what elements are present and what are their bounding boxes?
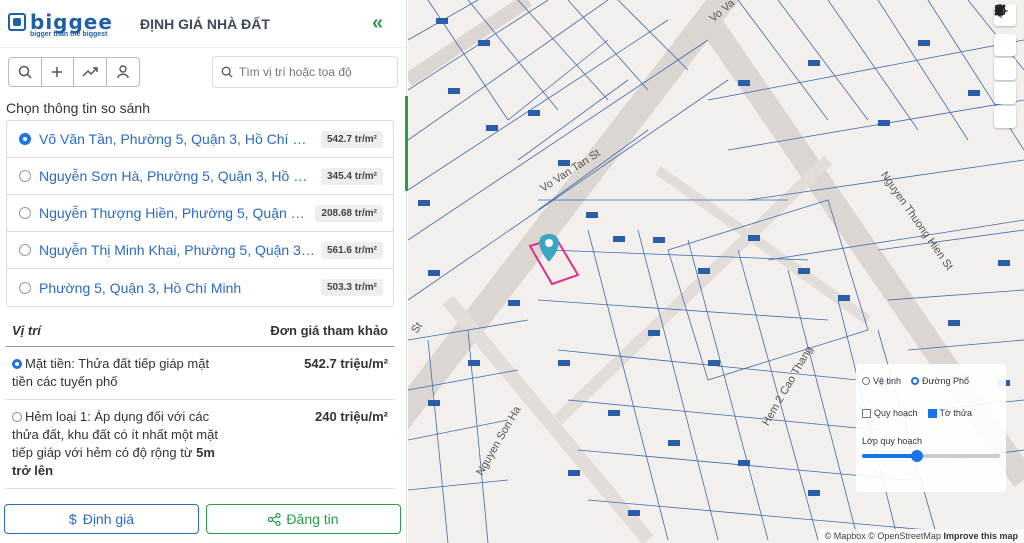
map-attribution: © Mapbox © OpenStreetMap Improve this ma… (818, 529, 1024, 543)
radio[interactable] (19, 244, 31, 256)
radio-selected[interactable] (911, 377, 920, 385)
side-panel: biggee bigger than the biggest ĐỊNH GIÁ … (0, 0, 407, 543)
compare-item-label[interactable]: Võ Văn Tần, Phường 5, Quận 3, Hồ Chí Min… (39, 131, 315, 147)
opacity-label: Lớp quy hoạch (862, 436, 922, 446)
top-bar: biggee bigger than the biggest ĐỊNH GIÁ … (0, 0, 406, 48)
compare-item-label[interactable]: Nguyễn Sơn Hà, Phường 5, Quận 3, Hồ Chí … (39, 168, 315, 184)
price-row-desc: Hẻm loại 1: Áp dụng đối với các thửa đất… (12, 408, 227, 480)
price-row-value: 240 triệu/m² (315, 409, 388, 424)
compare-item[interactable]: Nguyễn Sơn Hà, Phường 5, Quận 3, Hồ Chí … (7, 158, 393, 195)
page-title: ĐỊNH GIÁ NHÀ ĐẤT (140, 15, 270, 32)
price-row-desc: Mặt tiền: Thửa đất tiếp giáp mặt tiền cá… (12, 355, 227, 391)
plus-icon[interactable] (42, 58, 74, 86)
attribution-text[interactable]: © Mapbox © OpenStreetMap (825, 531, 941, 541)
polygon-icon[interactable] (994, 5, 1016, 80)
basemap-street[interactable]: Đường Phố (911, 376, 969, 386)
compare-item-price: 561.6 tr/m² (320, 241, 383, 259)
share-icon (268, 512, 282, 526)
planning-label: Quy hoạch (874, 408, 918, 418)
radio-selected[interactable] (12, 359, 22, 369)
post-button-label: Đăng tin (286, 511, 339, 527)
slider-knob[interactable] (911, 450, 924, 462)
action-buttons: $ Định giá Đăng tin (4, 504, 401, 534)
compare-item[interactable]: Võ Văn Tần, Phường 5, Quận 3, Hồ Chí Min… (7, 121, 393, 158)
tool-group (8, 57, 140, 87)
basemap-options: Vệ tinh Đường Phố (862, 372, 1000, 390)
price-row-text: Hẻm loại 1: Áp dụng đối với các thửa đất… (12, 409, 218, 460)
logo[interactable]: biggee bigger than the biggest (8, 10, 128, 38)
compare-item[interactable]: Nguyễn Thượng Hiền, Phường 5, Quận 3, Hồ… (7, 195, 393, 232)
search-icon (221, 66, 233, 78)
trend-icon[interactable] (74, 58, 107, 86)
checkbox[interactable] (862, 408, 871, 418)
layer-toggles: Quy hoạch Tờ thửa (862, 404, 1000, 422)
col-price: Đơn giá tham khảo (270, 323, 388, 338)
radio[interactable] (19, 281, 31, 294)
dollar-icon: $ (68, 511, 77, 527)
layer-control: Vệ tinh Đường Phố Quy hoạch Tờ thửa Lớp … (856, 364, 1006, 492)
double-chevron-left-icon[interactable]: « (372, 12, 398, 35)
compare-item-label[interactable]: Phường 5, Quận 3, Hồ Chí Minh (39, 280, 315, 296)
radio[interactable] (19, 170, 31, 182)
search-input[interactable] (239, 65, 389, 79)
price-row-text: Mặt tiền: Thửa đất tiếp giáp mặt tiền cá… (12, 356, 210, 389)
price-button-label: Định giá (82, 511, 135, 527)
compare-title: Chọn thông tin so sánh (6, 100, 150, 116)
radio[interactable] (19, 207, 31, 219)
price-row-value: 542.7 triệu/m² (304, 356, 388, 371)
compare-item-label[interactable]: Nguyễn Thị Minh Khai, Phường 5, Quận 3, … (39, 242, 315, 258)
app: biggee bigger than the biggest ĐỊNH GIÁ … (0, 0, 1024, 543)
col-position: Vị trí (12, 323, 41, 338)
trash-icon[interactable] (994, 5, 1016, 128)
price-row[interactable]: Hẻm loại 1: Áp dụng đối với các thửa đất… (6, 400, 394, 489)
compare-item-price: 503.3 tr/m² (320, 279, 383, 296)
checkbox-checked[interactable] (927, 408, 937, 418)
price-button[interactable]: $ Định giá (4, 504, 199, 534)
compare-item-price: 345.4 tr/m² (320, 167, 383, 185)
tool-row (0, 48, 406, 94)
radio-selected[interactable] (19, 133, 31, 145)
parcels-toggle[interactable]: Tờ thửa (927, 408, 972, 418)
radio[interactable] (862, 377, 870, 385)
compare-item[interactable]: Phường 5, Quận 3, Hồ Chí Minh 503.3 tr/m… (7, 269, 393, 306)
compare-item-label[interactable]: Nguyễn Thượng Hiền, Phường 5, Quận 3, Hồ… (39, 205, 309, 221)
parcels-label: Tờ thửa (939, 408, 972, 418)
user-icon[interactable] (107, 58, 139, 86)
line-icon[interactable] (994, 4, 1016, 56)
price-table: Vị trí Đơn giá tham khảo Mặt tiền: Thửa … (6, 319, 394, 489)
radio[interactable] (12, 412, 22, 422)
basemap-street-label: Đường Phố (922, 376, 969, 386)
map[interactable]: Vo Van Tan St Nguyen Thuong Hien St Nguy… (408, 0, 1024, 543)
logo-tagline: bigger than the biggest (30, 30, 108, 38)
compare-item-price: 542.7 tr/m² (320, 130, 383, 148)
logo-icon (8, 12, 26, 31)
post-button[interactable]: Đăng tin (206, 504, 401, 534)
basemap-satellite-label: Vệ tinh (873, 376, 902, 386)
search-box[interactable] (212, 56, 398, 88)
map-tools (994, 4, 1016, 128)
compare-item-price: 208.68 tr/m² (315, 204, 383, 222)
improve-map-link[interactable]: Improve this map (943, 531, 1018, 541)
marker-icon[interactable] (994, 4, 1016, 104)
price-table-header: Vị trí Đơn giá tham khảo (6, 319, 394, 347)
planning-toggle[interactable]: Quy hoạch (862, 408, 918, 418)
compare-item[interactable]: Nguyễn Thị Minh Khai, Phường 5, Quận 3, … (7, 232, 393, 269)
slider-fill (862, 454, 918, 458)
basemap-satellite[interactable]: Vệ tinh (862, 376, 901, 386)
search-icon[interactable] (9, 58, 42, 86)
compare-list: Võ Văn Tần, Phường 5, Quận 3, Hồ Chí Min… (6, 120, 394, 307)
opacity-slider[interactable] (862, 450, 1000, 462)
price-row[interactable]: Mặt tiền: Thửa đất tiếp giáp mặt tiền cá… (6, 347, 394, 400)
